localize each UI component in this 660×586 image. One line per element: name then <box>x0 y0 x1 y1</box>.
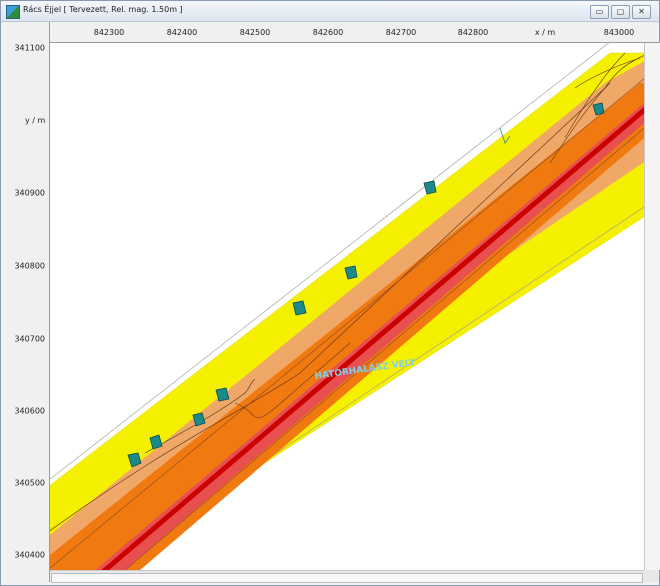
y-tick-label: 340800 <box>14 261 45 271</box>
maximize-button[interactable]: ▢ <box>611 5 630 19</box>
y-tick-label: 340600 <box>14 406 45 416</box>
y-tick-label: 340700 <box>14 334 45 344</box>
x-axis-label: x / m <box>534 28 556 37</box>
y-tick-label: 340900 <box>14 188 45 198</box>
close-button[interactable]: ✕ <box>632 5 651 19</box>
y-axis-label: y / m <box>25 116 46 125</box>
horizontal-scrollbar[interactable] <box>50 570 644 583</box>
y-tick-label: 340400 <box>14 550 45 560</box>
minimize-button[interactable]: ▭ <box>590 5 609 19</box>
x-tick-label: 843000 <box>603 28 635 37</box>
y-tick-label: 340500 <box>14 478 45 488</box>
x-tick-label: 842800 <box>457 28 489 37</box>
y-axis-ruler: 341100 y / m 340900 340800 340700 340600… <box>1 22 50 582</box>
scrollbar-corner <box>644 570 659 582</box>
x-tick-label: 842400 <box>166 28 198 37</box>
x-tick-label: 842700 <box>385 28 417 37</box>
x-tick-label: 842500 <box>239 28 271 37</box>
window-title: Rács Éjjel [ Tervezett, Rel. mag. 1.50m … <box>23 5 183 14</box>
y-tick-label: 341100 <box>14 43 45 53</box>
horizontal-scroll-thumb[interactable] <box>51 573 643 583</box>
vertical-scrollbar[interactable] <box>644 43 660 570</box>
x-tick-label: 842300 <box>93 28 125 37</box>
noise-map-svg: HATÓRHALÁSZ VELY <box>50 43 644 570</box>
x-tick-label: 842600 <box>312 28 344 37</box>
title-bar[interactable]: Rács Éjjel [ Tervezett, Rel. mag. 1.50m … <box>1 1 659 22</box>
noise-map-window: Rács Éjjel [ Tervezett, Rel. mag. 1.50m … <box>0 0 660 586</box>
app-icon <box>6 5 20 19</box>
noise-map-canvas[interactable]: HATÓRHALÁSZ VELY <box>50 43 644 570</box>
x-axis-ruler: 842300 842400 842500 842600 842700 84280… <box>1 22 659 43</box>
building <box>423 180 437 195</box>
